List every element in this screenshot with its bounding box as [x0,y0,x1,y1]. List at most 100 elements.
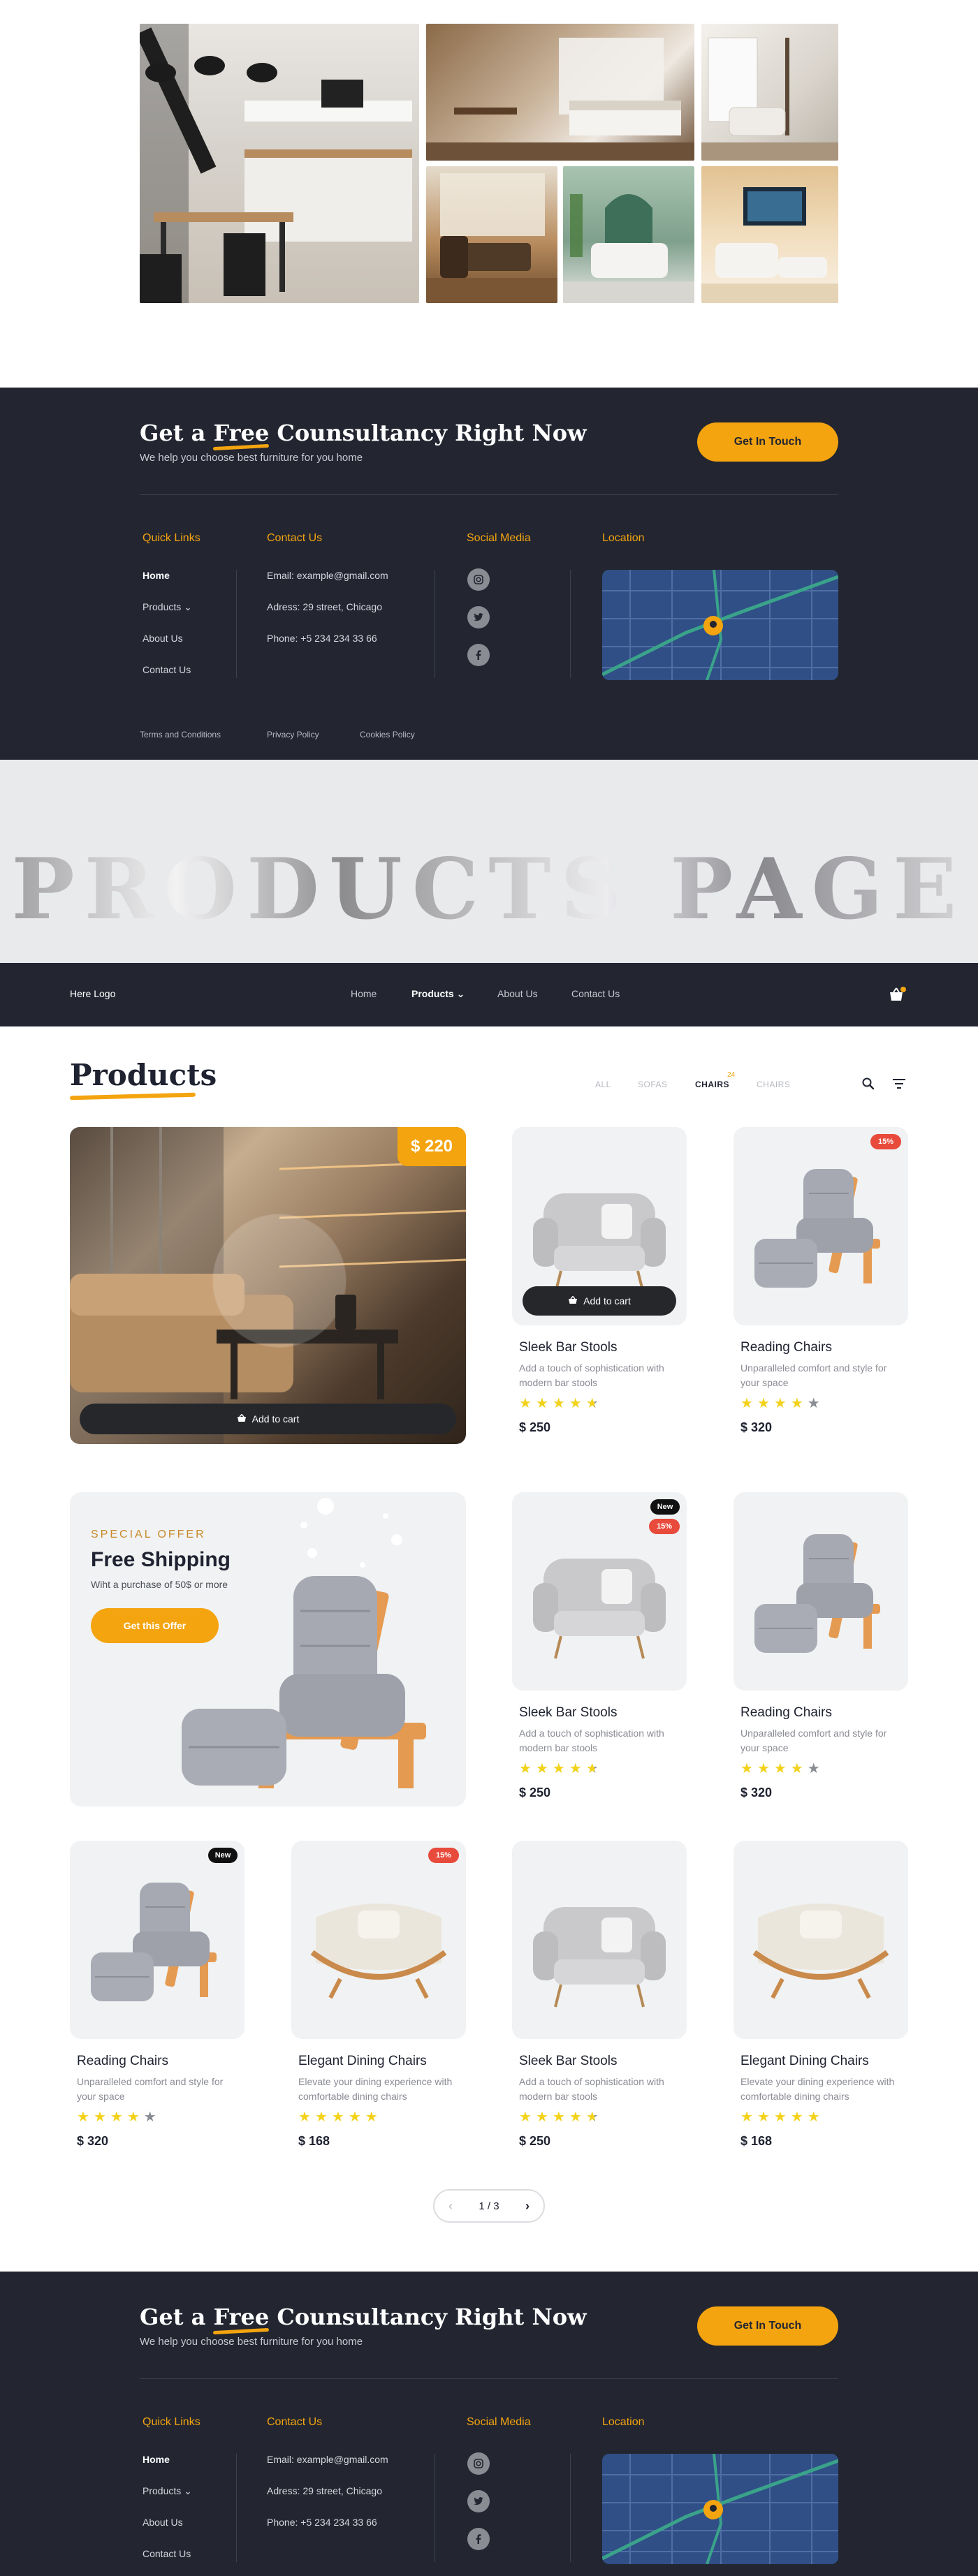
product-name[interactable]: Sleek Bar Stools [519,1705,617,1721]
facebook-icon[interactable] [467,2528,490,2550]
footer-link-contact[interactable]: Contact Us [143,2548,191,2559]
product-price: $ 320 [740,1786,773,1799]
product-name[interactable]: Elegant Dining Chairs [298,2054,427,2069]
footer-link-home[interactable]: Home [143,570,170,581]
gallery-image-bedroom [426,24,694,161]
add-to-cart-button[interactable]: Add to cart [523,1286,676,1316]
product-description: Unparalleled comfort and style for your … [740,1362,887,1388]
products-page-banner: PRODUCTS PAGE [0,760,978,964]
contact-email: Email: example@gmail.com [267,2454,388,2465]
social-heading: Social Media [467,2416,531,2428]
footer-link-products[interactable]: Products ⌄ [143,601,192,613]
filter-sofas[interactable]: SOFAS [638,1080,668,1089]
location-heading: Location [602,532,645,544]
terms-link[interactable]: Terms and Conditions [140,730,221,739]
product-price: $ 320 [740,1420,773,1434]
column-divider [236,570,237,678]
product-description: Add a touch of sophistication with moder… [519,1728,664,1753]
product-description: Add a touch of sophistication with moder… [519,2076,664,2102]
special-offer-card: SPECIAL OFFER Free Shipping Wiht a purch… [70,1492,466,1806]
product-name[interactable]: Reading Chairs [740,1340,832,1355]
product-card-image[interactable]: Add to cart [512,1127,687,1325]
column-divider [570,570,571,678]
recliner-chair-image [182,1576,426,1788]
nav-home[interactable]: Home [351,988,377,999]
filter-all[interactable]: ALL [595,1080,611,1089]
divider [140,2378,838,2379]
star-rating: ★★★★★ [740,1761,824,1776]
basket-icon [568,1295,578,1307]
filter-icon[interactable] [892,1078,906,1093]
add-to-cart-label: Add to cart [583,1295,631,1307]
cookies-link[interactable]: Cookies Policy [360,730,415,739]
star-rating: ★★★★★ [519,1761,603,1776]
product-card-image[interactable] [734,1841,908,2039]
get-in-touch-button[interactable]: Get In Touch [697,422,838,462]
footer-link-home[interactable]: Home [143,2454,170,2465]
chevron-down-icon: ⌄ [456,988,465,999]
product-name[interactable]: Reading Chairs [740,1705,832,1721]
new-badge: New [208,1848,238,1863]
location-map[interactable] [602,2454,838,2564]
column-divider [570,2454,571,2562]
product-name[interactable]: Sleek Bar Stools [519,1340,617,1355]
search-icon[interactable] [862,1077,875,1094]
product-card-image[interactable]: 15% [734,1127,908,1325]
twitter-icon[interactable] [467,2490,490,2512]
product-name[interactable]: Reading Chairs [77,2054,168,2069]
footer-link-about[interactable]: About Us [143,2517,183,2528]
get-in-touch-button[interactable]: Get In Touch [697,2306,838,2346]
logo[interactable]: Here Logo [70,988,115,999]
twitter-icon[interactable] [467,606,490,628]
footer-link-products[interactable]: Products ⌄ [143,2485,192,2497]
product-description: Elevate your dining experience with comf… [740,2076,895,2102]
quick-links-heading: Quick Links [143,532,200,544]
product-card-image[interactable]: New 15% [512,1492,687,1691]
star-rating: ★★★★★ [519,1396,603,1411]
nav-products[interactable]: Products ⌄ [411,988,465,1000]
nav-about[interactable]: About Us [497,988,538,999]
cart-icon[interactable] [889,987,907,1007]
column-divider [236,2454,237,2562]
product-price: $ 250 [519,2134,551,2148]
star-rating: ★★★★★ [298,2110,382,2125]
instagram-icon[interactable] [467,2452,490,2475]
location-map[interactable] [602,570,838,680]
product-card-image[interactable]: 15% [291,1841,466,2039]
add-to-cart-button[interactable]: Add to cart [80,1404,456,1434]
chevron-down-icon: ⌄ [184,2485,192,2496]
product-price: $ 168 [740,2134,773,2148]
footer-link-contact[interactable]: Contact Us [143,664,191,675]
prev-page-icon[interactable]: ‹ [448,2199,453,2214]
contact-address: Adress: 29 street, Chicago [267,601,382,612]
product-card-image[interactable]: New [70,1841,245,2039]
contact-heading: Contact Us [267,532,323,544]
filter-chairs[interactable]: CHAIRS [757,1080,790,1089]
gallery-image-kitchen [140,24,419,303]
featured-product-card[interactable]: $ 220 Add to cart [70,1127,466,1444]
instagram-icon[interactable] [467,568,490,591]
cta-title: Get a Free Counsultancy Right Now [140,420,587,446]
next-page-icon[interactable]: › [525,2199,530,2214]
product-name[interactable]: Sleek Bar Stools [519,2054,617,2069]
filter-chairs-active[interactable]: CHAIRS [695,1080,729,1089]
star-rating: ★★★★★ [740,2110,824,2125]
cta-title-highlight: Free [213,2304,270,2330]
cta-subtitle: We help you choose best furniture for yo… [140,2336,363,2348]
footer-link-about[interactable]: About Us [143,633,183,644]
privacy-link[interactable]: Privacy Policy [267,730,319,739]
product-description: Unparalleled comfort and style for your … [740,1728,887,1753]
decor-dot [391,1534,402,1545]
page-indicator: 1 / 3 [479,2200,499,2212]
footer-bottom: Get a Free Counsultancy Right Now We hel… [0,2272,978,2576]
star-rating: ★★★★★ [740,1396,824,1411]
contact-phone: Phone: +5 234 234 33 66 [267,633,377,644]
nav-contact[interactable]: Contact Us [571,988,620,999]
star-rating: ★★★★★ [519,2110,603,2125]
product-card-image[interactable] [734,1492,908,1691]
product-name[interactable]: Elegant Dining Chairs [740,2054,869,2069]
facebook-icon[interactable] [467,644,490,666]
product-description: Elevate your dining experience with comf… [298,2076,453,2102]
title-underline [69,1092,196,1101]
product-card-image[interactable] [512,1841,687,2039]
